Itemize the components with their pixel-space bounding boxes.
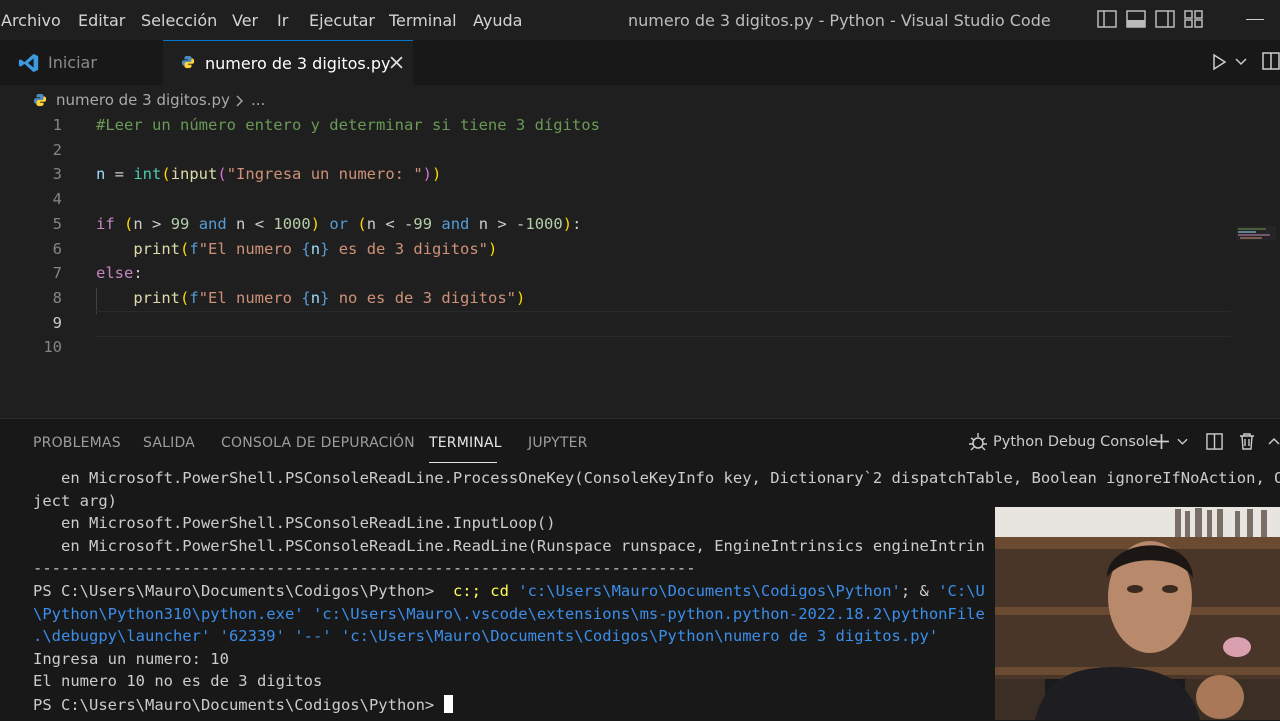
terminal-cursor (443, 695, 453, 713)
line-number: 3 (52, 165, 62, 184)
terminal-prompt: PS C:\Users\Mauro\Documents\Codigos\Pyth… (33, 695, 453, 717)
line-number: 8 (52, 288, 62, 307)
code-text: n = int(input("Ingresa un numero: ")) (96, 165, 442, 184)
menu-ejecutar[interactable]: Ejecutar (309, 11, 375, 30)
code-text: if (n > 99 and n < 1000) or (n < -99 and… (96, 214, 582, 233)
menu-archivo[interactable]: Archivo (1, 11, 61, 30)
line-number: 6 (52, 239, 62, 258)
code-line: 3 n = int(input("Ingresa un numero: ")) (0, 163, 1240, 188)
terminal-line: \Python\Python310\python.exe' 'c:\Users\… (33, 604, 985, 623)
tab-iniciar-label: Iniciar (48, 53, 97, 72)
terminal-line: El numero 10 no es de 3 digitos (33, 672, 323, 691)
code-line: 5 if (n > 99 and n < 1000) or (n < -99 a… (0, 213, 1240, 238)
terminal-line: en Microsoft.PowerShell.PSConsoleReadLin… (33, 514, 556, 533)
plus-icon[interactable] (1153, 433, 1170, 450)
line-number: 7 (52, 264, 62, 283)
tab-iniciar[interactable]: Iniciar (0, 40, 162, 85)
terminal-line: .\debugpy\launcher' '62339' '--' 'c:\Use… (33, 627, 939, 646)
terminal-line: en Microsoft.PowerShell.PSConsoleReadLin… (33, 469, 1280, 487)
terminal-line: PS C:\Users\Mauro\Documents\Codigos\Pyth… (33, 582, 985, 600)
webcam-image (995, 507, 1280, 720)
menu-ir[interactable]: Ir (277, 11, 288, 30)
line-number: 4 (52, 190, 62, 209)
line-number: 1 (52, 116, 62, 134)
tab-consola-depuracion[interactable]: CONSOLA DE DEPURACIÓN (221, 435, 415, 451)
code-line: 10 (0, 336, 1240, 361)
terminal-selector[interactable]: Python Debug Console (993, 434, 1158, 450)
comment: #Leer un número entero y determinar si t… (96, 116, 600, 134)
menu-terminal[interactable]: Terminal (389, 11, 457, 30)
menu-editar[interactable]: Editar (78, 11, 125, 30)
code-text: print(f"El numero {n} no es de 3 digitos… (133, 288, 526, 307)
code-text: #Leer un número entero y determinar si t… (96, 116, 600, 134)
code-text: print(f"El numero {n} es de 3 digitos") (133, 239, 498, 258)
terminal-line: ject arg) (33, 491, 117, 510)
code-line: 2 (0, 139, 1240, 164)
tab-file-label: numero de 3 digitos.py (205, 54, 391, 73)
line-number: 5 (52, 214, 62, 233)
run-icon[interactable] (1211, 53, 1227, 71)
menu-ver[interactable]: Ver (232, 11, 258, 30)
breadcrumb-more[interactable]: ... (251, 91, 265, 109)
toggle-panel-icon[interactable] (1126, 10, 1146, 28)
python-file-icon (33, 93, 47, 107)
code-line: 7 else: (0, 262, 1240, 287)
toggle-secondary-sidebar-icon[interactable] (1155, 10, 1175, 28)
tab-salida[interactable]: SALIDA (143, 435, 195, 451)
terminal-line: Ingresa un numero: 10 (33, 649, 229, 668)
chevron-right-icon (236, 95, 243, 107)
line-number: 9 (52, 313, 62, 332)
customize-layout-icon[interactable] (1184, 10, 1204, 28)
active-tab-indicator (429, 462, 497, 463)
code-editor[interactable]: 1 #Leer un número entero y determinar si… (0, 114, 1280, 414)
tab-active-file[interactable]: numero de 3 digitos.py (163, 40, 413, 85)
code-line: 1 #Leer un número entero y determinar si… (0, 114, 1240, 139)
code-text: else: (96, 264, 143, 283)
chevron-up-icon[interactable] (1268, 437, 1280, 445)
debug-icon (969, 433, 987, 451)
minimap[interactable] (1236, 226, 1276, 240)
close-icon[interactable] (390, 56, 403, 69)
title-bar: Archivo Editar Selección Ver Ir Ejecutar… (0, 0, 1280, 40)
trash-icon[interactable] (1239, 432, 1255, 450)
terminal-line: en Microsoft.PowerShell.PSConsoleReadLin… (33, 536, 985, 555)
menu-seleccion[interactable]: Selección (141, 11, 217, 30)
tab-terminal[interactable]: TERMINAL (429, 435, 502, 451)
tab-problemas[interactable]: PROBLEMAS (33, 435, 121, 451)
chevron-down-icon[interactable] (1235, 58, 1247, 66)
toggle-sidebar-icon[interactable] (1097, 10, 1117, 28)
menu-ayuda[interactable]: Ayuda (473, 11, 522, 30)
breadcrumb-file[interactable]: numero de 3 digitos.py (56, 91, 230, 109)
terminal-line: ----------------------------------------… (33, 559, 696, 578)
code-line: 6 print(f"El numero {n} es de 3 digitos"… (0, 238, 1240, 263)
split-editor-icon[interactable] (1262, 52, 1280, 70)
chevron-down-icon[interactable] (1177, 438, 1188, 446)
line-number: 2 (52, 140, 62, 159)
tab-jupyter[interactable]: JUPYTER (528, 435, 588, 451)
split-terminal-icon[interactable] (1206, 433, 1223, 450)
code-line: 8 print(f"El numero {n} no es de 3 digit… (0, 287, 1240, 312)
python-file-icon (181, 55, 195, 69)
breadcrumb: numero de 3 digitos.py ... (0, 86, 1280, 114)
vscode-logo-icon (18, 53, 39, 73)
line-number: 10 (43, 338, 62, 357)
code-line: 4 (0, 188, 1240, 213)
webcam-overlay (995, 507, 1280, 720)
minimize-icon[interactable] (1246, 19, 1264, 20)
editor-tab-bar: Iniciar numero de 3 digitos.py (0, 40, 1280, 85)
window-title: numero de 3 digitos.py - Python - Visual… (628, 11, 1051, 30)
code-line: 9 (0, 312, 1240, 337)
